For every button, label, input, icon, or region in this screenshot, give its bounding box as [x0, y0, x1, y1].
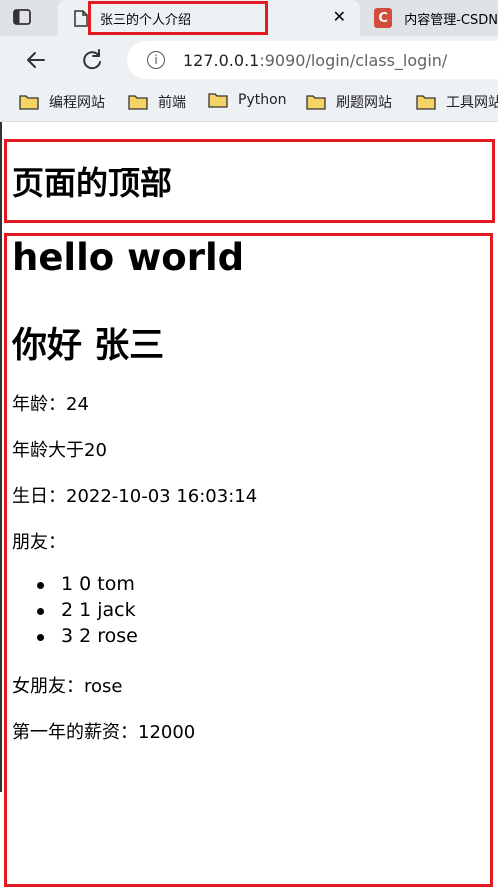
- list-item: 1 0 tom: [37, 573, 138, 599]
- greeting-heading: 你好 张三: [12, 326, 165, 366]
- back-arrow-icon[interactable]: [22, 46, 50, 74]
- girlfriend-text: 女朋友：rose: [12, 676, 123, 697]
- site-info-icon[interactable]: i: [147, 51, 165, 69]
- hello-heading: hello world: [12, 236, 245, 279]
- page-header: 页面的顶部: [12, 164, 173, 202]
- salary-text: 第一年的薪资：12000: [12, 722, 196, 743]
- birthday-text: 生日：2022-10-03 16:03:14: [12, 486, 258, 507]
- address-bar[interactable]: i 127.0.0.1:9090/login/class_login/: [127, 41, 498, 79]
- bookmark-label: 编程网站: [49, 95, 105, 111]
- list-item: 3 2 rose: [37, 625, 138, 651]
- url-text: 127.0.0.1:9090/login/class_login/: [183, 51, 447, 70]
- folder-icon: [128, 95, 148, 110]
- tab-actions-icon[interactable]: [12, 7, 32, 27]
- folder-icon: [416, 95, 436, 110]
- bookmarks-bar: 编程网站 前端 Python 刷题网站 工具网站: [0, 84, 498, 122]
- bookmark-label: 工具网站: [446, 95, 498, 111]
- reload-icon[interactable]: [78, 46, 106, 74]
- tab-inactive[interactable]: C 内容管理-CSDN: [366, 0, 498, 36]
- bookmark-folder[interactable]: 工具网站: [416, 92, 498, 112]
- list-item: 2 1 jack: [37, 599, 138, 625]
- age-text: 年龄：24: [12, 394, 89, 415]
- friends-label: 朋友：: [12, 532, 66, 553]
- bookmark-label: Python: [238, 92, 287, 108]
- tab-strip: 张三的个人介绍 ✕ C 内容管理-CSDN: [0, 0, 498, 36]
- browser-toolbar: i 127.0.0.1:9090/login/class_login/: [0, 36, 498, 84]
- age-check-text: 年龄大于20: [12, 440, 107, 461]
- page-divider: [0, 122, 2, 792]
- close-tab-icon[interactable]: ✕: [333, 9, 346, 25]
- tab-title-highlight: [88, 1, 268, 35]
- document-icon: [74, 9, 88, 27]
- bookmark-folder[interactable]: 刷题网站: [306, 92, 392, 112]
- folder-icon: [19, 95, 39, 110]
- bookmark-label: 刷题网站: [336, 95, 392, 111]
- bookmark-folder[interactable]: 前端: [128, 92, 186, 112]
- csdn-icon: C: [374, 8, 393, 28]
- folder-icon: [208, 93, 228, 108]
- url-path: :9090/login/class_login/: [259, 50, 448, 70]
- bookmark-label: 前端: [158, 95, 186, 111]
- folder-icon: [306, 95, 326, 110]
- tab-title-inactive: 内容管理-CSDN: [404, 12, 498, 28]
- page-content: 页面的顶部 hello world 你好 张三 年龄：24 年龄大于20 生日：…: [0, 122, 498, 887]
- url-host: 127.0.0.1: [183, 50, 260, 70]
- bookmark-folder[interactable]: 编程网站: [19, 92, 105, 112]
- bookmark-folder[interactable]: Python: [208, 92, 287, 108]
- friends-list: 1 0 tom 2 1 jack 3 2 rose: [37, 573, 138, 651]
